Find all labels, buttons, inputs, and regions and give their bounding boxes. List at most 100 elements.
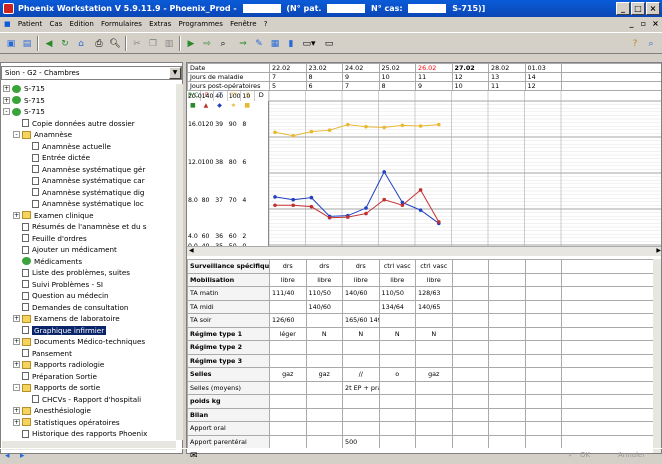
menu-extras[interactable]: Extras bbox=[149, 20, 171, 28]
scroll-right-icon[interactable]: ▶ bbox=[656, 247, 661, 254]
minimize-button[interactable]: _ bbox=[616, 2, 630, 15]
observation-cell[interactable] bbox=[378, 340, 416, 355]
header-cell[interactable]: 24.02 bbox=[342, 63, 380, 73]
observation-cell[interactable] bbox=[524, 340, 562, 355]
observation-cell[interactable] bbox=[342, 340, 380, 355]
copy-icon[interactable]: ❐ bbox=[146, 37, 160, 50]
mdi-close-icon[interactable]: × bbox=[650, 19, 661, 29]
tree-item[interactable]: CHCVs - Rapport d'hospitali bbox=[23, 395, 141, 405]
observation-cell[interactable] bbox=[451, 272, 489, 287]
print-preview-icon[interactable]: 🔍︎ bbox=[108, 37, 122, 50]
mdi-minimize-icon[interactable]: _ bbox=[626, 19, 637, 29]
observation-cell[interactable]: 165/60 149/64 bbox=[342, 313, 380, 328]
observation-cell[interactable] bbox=[524, 421, 562, 436]
tree-item[interactable]: Préparation Sortie bbox=[13, 372, 97, 382]
observation-cell[interactable] bbox=[342, 407, 380, 422]
nav-arrow-icon[interactable]: ◂ bbox=[5, 451, 10, 461]
collapse-icon[interactable]: - bbox=[3, 108, 10, 116]
observation-cell[interactable] bbox=[269, 353, 307, 368]
chevron-down-icon[interactable]: ▼ bbox=[169, 67, 181, 79]
data-point[interactable] bbox=[364, 206, 368, 210]
data-point[interactable] bbox=[437, 220, 441, 224]
refresh-icon[interactable]: ↻ bbox=[58, 37, 72, 50]
observation-cell[interactable] bbox=[488, 313, 526, 328]
tree-item[interactable]: + S-715 bbox=[3, 84, 45, 94]
observation-cell[interactable]: 126/60 bbox=[269, 313, 307, 328]
observation-cell[interactable] bbox=[342, 299, 380, 314]
data-point[interactable] bbox=[382, 125, 386, 130]
collapse-icon[interactable]: - bbox=[13, 131, 20, 139]
tree-item[interactable]: - Rapports de sortie bbox=[13, 383, 100, 393]
header-cell[interactable]: 01.03 bbox=[524, 63, 562, 73]
go-icon[interactable]: ⇨ bbox=[200, 37, 214, 50]
observation-cell[interactable] bbox=[524, 313, 562, 328]
observation-cell[interactable] bbox=[415, 313, 453, 328]
observation-cell[interactable] bbox=[451, 421, 489, 436]
observation-cell[interactable]: drs bbox=[305, 259, 343, 274]
observation-cell[interactable] bbox=[488, 326, 526, 341]
observation-cell[interactable]: drs bbox=[269, 259, 307, 274]
tree-item[interactable]: Ajouter un médicament bbox=[13, 245, 117, 255]
observation-cell[interactable]: N bbox=[305, 326, 343, 341]
observation-cell[interactable] bbox=[378, 380, 416, 395]
observation-cell[interactable]: libre bbox=[378, 272, 416, 287]
data-point[interactable] bbox=[400, 203, 405, 208]
chart-hscrollbar[interactable]: ◀ ▶ bbox=[187, 246, 661, 256]
observation-cell[interactable]: 140/65 bbox=[415, 299, 453, 314]
observation-cell[interactable] bbox=[451, 340, 489, 355]
tree-item[interactable]: + Anesthésiologie bbox=[13, 406, 91, 416]
observation-cell[interactable] bbox=[378, 421, 416, 436]
data-point[interactable] bbox=[273, 130, 277, 135]
cut-icon[interactable]: ✂ bbox=[130, 37, 144, 50]
data-point[interactable] bbox=[346, 122, 350, 127]
paste-icon[interactable]: ▥ bbox=[162, 37, 176, 50]
observation-cell[interactable] bbox=[524, 407, 562, 422]
menu-edition[interactable]: Edition bbox=[70, 20, 94, 28]
header-cell[interactable]: 10 bbox=[451, 81, 489, 91]
observation-cell[interactable] bbox=[378, 407, 416, 422]
observation-cell[interactable] bbox=[488, 407, 526, 422]
observation-cell[interactable]: 128/63 bbox=[415, 286, 453, 301]
tree-item[interactable]: Copie données autre dossier bbox=[13, 119, 135, 129]
header-cell[interactable]: 14 bbox=[524, 72, 562, 82]
tree-item[interactable]: Historique des rapports Phoenix bbox=[13, 429, 147, 439]
menu-cas[interactable]: Cas bbox=[49, 20, 62, 28]
save-icon[interactable]: ▦ bbox=[268, 37, 282, 50]
data-point[interactable] bbox=[418, 208, 423, 212]
observation-cell[interactable]: 110/50 bbox=[378, 286, 416, 301]
edit-icon[interactable]: ✎ bbox=[252, 37, 266, 50]
unit-selector[interactable]: Sion - G2 - Chambres ▼ bbox=[1, 66, 182, 80]
nav-arrow-right-icon[interactable]: ▸ bbox=[20, 451, 25, 461]
observation-cell[interactable] bbox=[451, 394, 489, 409]
observation-cell[interactable]: 110/50 bbox=[305, 286, 343, 301]
observation-cell[interactable] bbox=[305, 380, 343, 395]
data-point[interactable] bbox=[327, 128, 332, 132]
data-point[interactable] bbox=[273, 195, 277, 199]
data-point[interactable] bbox=[382, 170, 386, 174]
observation-cell[interactable] bbox=[378, 434, 416, 449]
export-icon[interactable]: ⇒ bbox=[236, 37, 250, 50]
tree-scrollbar[interactable] bbox=[176, 84, 183, 440]
observation-cell[interactable] bbox=[451, 326, 489, 341]
observation-cell[interactable] bbox=[451, 434, 489, 449]
expand-icon[interactable]: + bbox=[13, 361, 20, 369]
observation-cell[interactable] bbox=[451, 259, 489, 274]
observation-cell[interactable] bbox=[488, 272, 526, 287]
observation-cell[interactable] bbox=[269, 299, 307, 314]
data-point[interactable] bbox=[273, 203, 277, 208]
header-cell[interactable]: 12 bbox=[524, 81, 562, 91]
header-cell[interactable]: 28.02 bbox=[488, 63, 526, 73]
data-point[interactable] bbox=[309, 204, 314, 209]
observation-cell[interactable] bbox=[488, 286, 526, 301]
observation-cell[interactable] bbox=[488, 380, 526, 395]
vital-signs-chart[interactable] bbox=[269, 91, 662, 246]
tree-item[interactable]: Demandes de consultation bbox=[13, 303, 128, 313]
observation-cell[interactable] bbox=[451, 407, 489, 422]
observation-cell[interactable] bbox=[488, 299, 526, 314]
observation-cell[interactable] bbox=[415, 353, 453, 368]
observation-cell[interactable] bbox=[488, 259, 526, 274]
expand-icon[interactable]: + bbox=[3, 96, 10, 104]
observation-cell[interactable] bbox=[269, 434, 307, 449]
expand-icon[interactable]: + bbox=[13, 338, 20, 346]
expand-icon[interactable]: + bbox=[13, 418, 20, 426]
